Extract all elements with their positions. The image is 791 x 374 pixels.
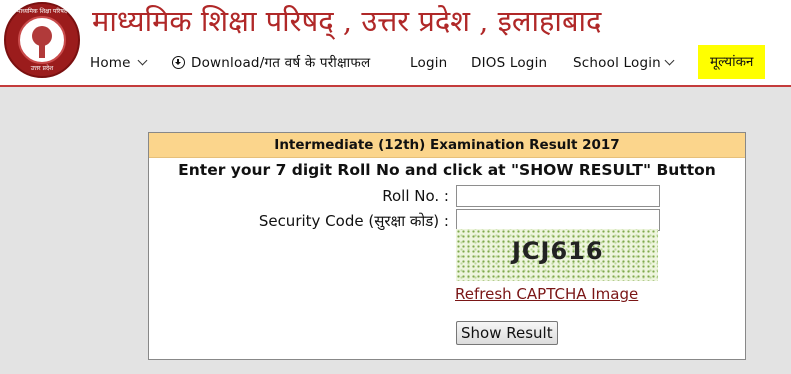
result-form-instruction: Enter your 7 digit Roll No and click at … — [178, 161, 716, 179]
captcha-text: JCJ616 — [512, 237, 604, 265]
roll-no-input[interactable] — [456, 185, 660, 207]
nav-evaluation[interactable]: मूल्यांकन — [698, 45, 766, 79]
nav-home[interactable]: Home — [90, 52, 148, 78]
site-title: माध्यमिक शिक्षा परिषद् , उत्तर प्रदेश , … — [92, 4, 602, 38]
result-form-heading: Intermediate (12th) Examination Result 2… — [149, 133, 745, 158]
nav-school-login-label: School Login — [573, 55, 661, 71]
nav-dios-login-label: DIOS Login — [471, 55, 548, 71]
nav-login-label: Login — [410, 55, 448, 71]
logo-emblem — [18, 16, 66, 64]
nav-login[interactable]: Login — [410, 52, 447, 78]
nav-download[interactable]: Download/गत वर्ष के परीक्षाफल — [172, 52, 370, 78]
captcha-image: JCJ616 — [456, 229, 658, 281]
board-logo-icon[interactable]: माध्यमिक शिक्षा परिषद उत्तर प्रदेश — [4, 2, 80, 78]
chevron-down-icon — [137, 55, 148, 66]
show-result-button[interactable]: Show Result — [456, 321, 558, 345]
site-header: माध्यमिक शिक्षा परिषद उत्तर प्रदेश माध्य… — [0, 0, 791, 85]
refresh-captcha-link[interactable]: Refresh CAPTCHA Image — [455, 285, 638, 303]
chevron-down-icon — [664, 55, 675, 66]
logo-bottom-text: उत्तर प्रदेश — [30, 65, 54, 72]
nav-dios-login[interactable]: DIOS Login — [471, 52, 547, 78]
result-form-panel: Intermediate (12th) Examination Result 2… — [148, 132, 746, 360]
nav-evaluation-label: मूल्यांकन — [710, 54, 754, 70]
roll-no-label: Roll No. : — [382, 187, 449, 205]
security-code-input[interactable] — [456, 209, 660, 231]
header-divider — [0, 85, 791, 87]
nav-home-label: Home — [90, 55, 131, 71]
download-icon — [172, 56, 185, 69]
nav-download-label: Download/गत वर्ष के परीक्षाफल — [191, 55, 371, 71]
nav-school-login[interactable]: School Login — [573, 52, 675, 78]
security-code-label: Security Code (सुरक्षा कोड) : — [258, 212, 449, 230]
logo-top-text: माध्यमिक शिक्षा परिषद — [16, 8, 67, 15]
